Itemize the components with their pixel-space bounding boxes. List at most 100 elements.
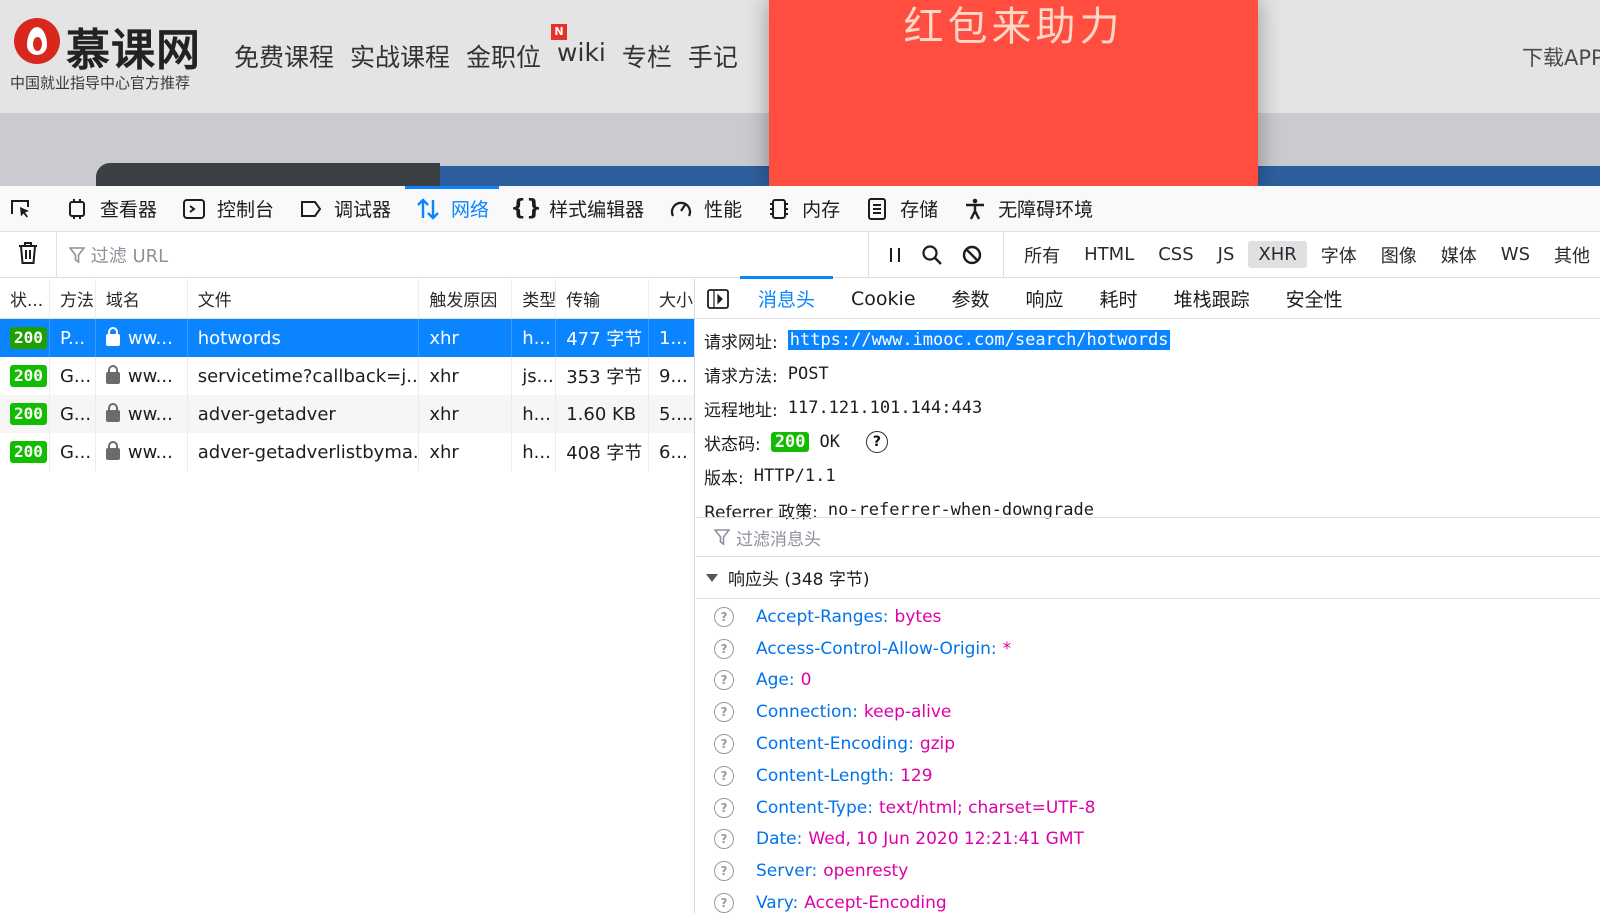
nav-notes[interactable]: 手记 <box>688 38 738 74</box>
request-transferred: 408 字节 <box>556 433 650 471</box>
request-rows: 200 P... ww... hotwords xhr h... 477 字节 … <box>0 319 694 471</box>
tab-network[interactable]: 网络 <box>403 185 501 232</box>
request-type: js... <box>512 357 557 395</box>
summary-url-value[interactable]: https://www.imooc.com/search/hotwords <box>787 330 1171 350</box>
header-row[interactable]: ? Age: 0 <box>696 665 1600 697</box>
tab-params[interactable]: 参数 <box>934 279 1008 319</box>
request-domain: ww... <box>96 357 188 395</box>
request-file: hotwords <box>188 319 420 357</box>
pause-icon[interactable] <box>887 246 903 264</box>
tab-security[interactable]: 安全性 <box>1268 279 1361 319</box>
request-list: 状... 方法 域名 文件 触发原因 类型 传输 大小 200 P... ww.… <box>0 279 695 913</box>
help-icon[interactable]: ? <box>714 861 734 882</box>
popup-title: 红包来助力 <box>903 4 1124 50</box>
tab-performance[interactable]: 性能 <box>656 186 754 232</box>
tab-debugger[interactable]: 调试器 <box>286 186 403 232</box>
type-filter-ws[interactable]: WS <box>1491 241 1540 268</box>
tab-headers[interactable]: 消息头 <box>740 275 834 319</box>
block-icon[interactable] <box>961 244 983 266</box>
clear-requests-button[interactable] <box>0 231 57 278</box>
help-icon[interactable]: ? <box>714 829 734 850</box>
help-icon[interactable]: ? <box>714 734 734 755</box>
help-icon[interactable]: ? <box>714 606 734 627</box>
header-row[interactable]: ? Connection: keep-alive <box>696 696 1600 728</box>
nav-columns[interactable]: 专栏 <box>622 38 672 74</box>
type-filter-js[interactable]: JS <box>1208 241 1245 268</box>
tab-console[interactable]: 控制台 <box>169 186 286 232</box>
header-name: Server: <box>756 861 818 882</box>
header-row[interactable]: ? Server: openresty <box>696 855 1600 887</box>
help-icon[interactable]: ? <box>865 431 888 453</box>
type-filter-media[interactable]: 媒体 <box>1431 239 1487 271</box>
tab-stack-trace[interactable]: 堆栈跟踪 <box>1156 279 1268 319</box>
tab-response[interactable]: 响应 <box>1008 279 1082 319</box>
request-domain: ww... <box>96 395 188 433</box>
column-type[interactable]: 类型 <box>512 279 557 318</box>
element-picker-icon <box>8 196 34 222</box>
type-filter-images[interactable]: 图像 <box>1371 239 1427 271</box>
help-icon[interactable]: ? <box>714 765 734 786</box>
header-row[interactable]: ? Vary: Accept-Encoding <box>696 887 1600 919</box>
response-headers-toggle[interactable]: 响应头 (348 字节) <box>696 557 1600 599</box>
column-method[interactable]: 方法 <box>50 279 96 318</box>
request-cause: xhr <box>419 395 513 433</box>
search-icon[interactable] <box>921 244 943 266</box>
help-icon[interactable]: ? <box>714 670 734 691</box>
type-filter-css[interactable]: CSS <box>1148 241 1203 268</box>
tab-timings[interactable]: 耗时 <box>1082 279 1156 319</box>
column-transferred[interactable]: 传输 <box>556 279 650 318</box>
header-name: Content-Type: <box>756 797 873 818</box>
header-row[interactable]: ? Content-Encoding: gzip <box>696 728 1600 760</box>
header-row[interactable]: ? Content-Length: 129 <box>696 760 1600 792</box>
status-badge: 200 <box>10 441 47 463</box>
header-value: keep-alive <box>863 702 952 723</box>
toggle-sidebar-button[interactable] <box>696 279 740 319</box>
tab-inspector[interactable]: 查看器 <box>52 186 169 232</box>
help-icon[interactable]: ? <box>714 638 734 659</box>
summary-method-label: 请求方法: <box>704 366 778 387</box>
memory-icon <box>766 196 792 222</box>
tab-accessibility-label: 无障碍环境 <box>998 199 1094 221</box>
type-filter-html[interactable]: HTML <box>1074 241 1144 268</box>
tab-style-editor[interactable]: {} 样式编辑器 <box>501 186 656 232</box>
header-row[interactable]: ? Content-Type: text/html; charset=UTF-8 <box>696 792 1600 824</box>
tab-accessibility[interactable]: 无障碍环境 <box>950 186 1105 232</box>
request-row[interactable]: 200 G... ww... servicetime?callback=j...… <box>0 357 694 395</box>
filter-icon <box>68 246 85 264</box>
header-row[interactable]: ? Accept-Ranges: bytes <box>696 601 1600 633</box>
type-filter-fonts[interactable]: 字体 <box>1311 239 1367 271</box>
request-domain: ww... <box>96 319 188 357</box>
nav-wiki[interactable]: wiki <box>557 38 606 74</box>
column-file[interactable]: 文件 <box>188 279 420 318</box>
help-icon[interactable]: ? <box>714 702 734 723</box>
column-domain[interactable]: 域名 <box>96 279 188 318</box>
request-row[interactable]: 200 P... ww... hotwords xhr h... 477 字节 … <box>0 319 694 357</box>
type-filter-all[interactable]: 所有 <box>1014 239 1070 271</box>
header-row[interactable]: ? Access-Control-Allow-Origin: * <box>696 633 1600 665</box>
expand-triangle-icon <box>706 573 718 582</box>
red-envelope-popup[interactable]: 红包来助力 <box>769 0 1258 186</box>
help-icon[interactable]: ? <box>714 893 734 914</box>
filter-url-input[interactable]: 过滤 URL <box>57 231 870 278</box>
element-picker-button[interactable] <box>0 186 52 232</box>
column-size[interactable]: 大小 <box>649 279 694 318</box>
nav-jobs[interactable]: 金职位 <box>466 38 541 74</box>
tab-storage[interactable]: 存储 <box>852 186 950 232</box>
type-filter-other[interactable]: 其他 <box>1544 239 1600 271</box>
column-cause[interactable]: 触发原因 <box>419 279 513 318</box>
type-filter-xhr[interactable]: XHR <box>1248 241 1307 268</box>
nav-practical-courses[interactable]: 实战课程 <box>350 38 450 74</box>
nav-free-courses[interactable]: 免费课程 <box>234 38 334 74</box>
tab-memory[interactable]: 内存 <box>754 186 852 232</box>
request-row[interactable]: 200 G... ww... adver-getadverlistbyma...… <box>0 433 694 471</box>
summary-method-value: POST <box>787 364 829 384</box>
download-app-link[interactable]: 下载APP <box>1522 42 1600 72</box>
request-row[interactable]: 200 G... ww... adver-getadver xhr h... 1… <box>0 395 694 433</box>
tab-cookies[interactable]: Cookie <box>833 279 934 319</box>
filter-headers-input[interactable]: 过滤消息头 <box>696 517 1600 557</box>
filter-url-placeholder: 过滤 URL <box>90 245 169 267</box>
logo-text[interactable]: 慕课网 <box>66 14 201 78</box>
help-icon[interactable]: ? <box>714 797 734 818</box>
column-status[interactable]: 状... <box>0 279 50 318</box>
header-row[interactable]: ? Date: Wed, 10 Jun 2020 12:21:41 GMT <box>696 824 1600 856</box>
